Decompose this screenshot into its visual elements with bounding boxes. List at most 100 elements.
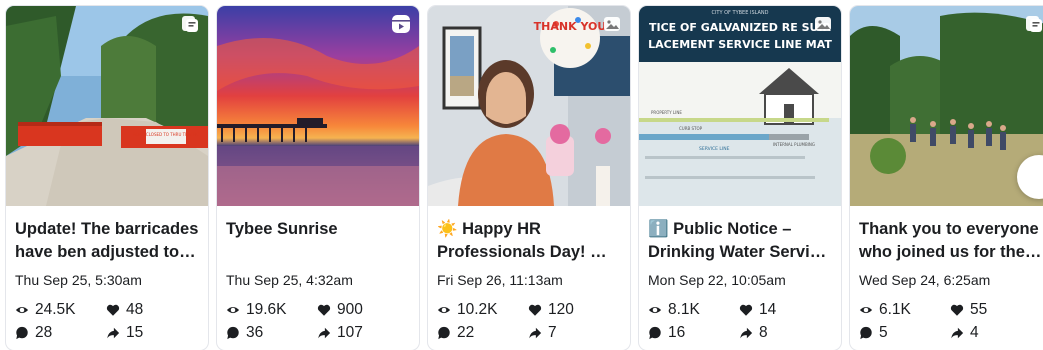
views-stat: 24.5K — [15, 301, 76, 319]
share-icon — [951, 327, 964, 339]
comments-stat: 36 — [226, 324, 263, 342]
views-stat: 19.6K — [226, 301, 287, 319]
views-count: 19.6K — [246, 301, 287, 318]
post-thumbnail[interactable]: THANK YOU — [428, 6, 630, 206]
post-card[interactable]: ROAD CLOSED TO THRU TRAFFIC Update! The … — [6, 6, 208, 350]
views-count: 24.5K — [35, 301, 76, 318]
shares-count: 8 — [759, 324, 768, 341]
likes-stat: 14 — [739, 301, 776, 319]
notice-service-line: SERVICE LINE — [699, 146, 730, 152]
sunrise-pier-photo — [217, 6, 419, 206]
post-date: Thu Sep 25, 5:30am — [15, 272, 142, 288]
views-count: 8.1K — [668, 301, 700, 318]
post-title: ☀️ Happy HR Professionals Day! … — [437, 220, 607, 261]
photo-icon — [604, 17, 620, 31]
views-stat: 10.2K — [437, 301, 498, 319]
views-stat: 8.1K — [648, 301, 700, 319]
barricade-photo: ROAD CLOSED TO THRU TRAFFIC — [6, 6, 208, 206]
comments-stat: 5 — [859, 324, 888, 342]
likes-count: 120 — [548, 301, 574, 318]
post-date: Wed Sep 24, 6:25am — [859, 272, 991, 288]
notice-city: CITY OF TYBEE ISLAND — [711, 10, 768, 16]
post-title: Update! The barricades have ben adjusted… — [15, 220, 199, 261]
shares-stat: 15 — [106, 324, 143, 342]
comment-icon — [860, 326, 872, 340]
balloon-text: THANK YOU — [534, 20, 607, 33]
post-card[interactable]: CITY OF TYBEE ISLAND TICE OF GALVANIZED … — [639, 6, 841, 350]
heart-icon — [739, 304, 753, 316]
eye-icon — [648, 306, 662, 314]
post-carousel: ROAD CLOSED TO THRU TRAFFIC Update! The … — [0, 0, 1043, 350]
likes-stat: 55 — [950, 301, 987, 319]
reel-icon — [392, 15, 410, 33]
notice-property-line: PROPERTY LINE — [651, 110, 682, 115]
post-thumbnail[interactable] — [217, 6, 419, 206]
community-event-photo — [850, 6, 1043, 206]
likes-count: 48 — [126, 301, 144, 318]
share-icon — [318, 327, 331, 339]
likes-stat: 120 — [528, 301, 574, 319]
post-date: Fri Sep 26, 11:13am — [437, 272, 563, 288]
shares-stat: 8 — [739, 324, 768, 342]
hr-day-photo: THANK YOU — [428, 6, 630, 206]
notice-curb-stop: CURB STOP — [679, 126, 703, 131]
post-date: Mon Sep 22, 10:05am — [648, 272, 786, 288]
post-card[interactable]: Thank you to everyone who joined us for … — [850, 6, 1043, 350]
shares-count: 15 — [126, 324, 144, 341]
shares-count: 7 — [548, 324, 557, 341]
comments-stat: 28 — [15, 324, 52, 342]
photo-icon — [815, 17, 831, 31]
likes-count: 55 — [970, 301, 988, 318]
eye-icon — [15, 306, 29, 314]
notice-internal-plumbing: INTERNAL PLUMBING — [773, 142, 815, 147]
likes-stat: 48 — [106, 301, 143, 319]
public-notice-graphic: CITY OF TYBEE ISLAND TICE OF GALVANIZED … — [639, 6, 841, 206]
photo-album-icon — [1026, 16, 1042, 32]
comments-count: 28 — [35, 324, 53, 341]
eye-icon — [226, 306, 240, 314]
heart-icon — [528, 304, 542, 316]
likes-stat: 900 — [317, 301, 363, 319]
comment-icon — [227, 326, 239, 340]
comment-icon — [649, 326, 661, 340]
heart-icon — [106, 304, 120, 316]
shares-count: 4 — [970, 324, 979, 341]
share-icon — [529, 327, 542, 339]
comments-count: 22 — [457, 324, 475, 341]
shares-stat: 107 — [317, 324, 363, 342]
heart-icon — [950, 304, 964, 316]
road-closed-sign-text: ROAD CLOSED TO THRU TRAFFIC — [133, 132, 199, 137]
comments-count: 16 — [668, 324, 686, 341]
heart-icon — [317, 304, 331, 316]
views-count: 6.1K — [879, 301, 911, 318]
likes-count: 900 — [337, 301, 363, 318]
comments-stat: 16 — [648, 324, 685, 342]
comments-count: 5 — [879, 324, 888, 341]
comment-icon — [438, 326, 450, 340]
views-stat: 6.1K — [859, 301, 911, 319]
notice-heading-2: LACEMENT SERVICE LINE MAT — [648, 38, 832, 51]
post-date: Thu Sep 25, 4:32am — [226, 272, 353, 288]
comment-icon — [16, 326, 28, 340]
comments-stat: 22 — [437, 324, 474, 342]
likes-count: 14 — [759, 301, 777, 318]
views-count: 10.2K — [457, 301, 498, 318]
post-thumbnail[interactable]: ROAD CLOSED TO THRU TRAFFIC — [6, 6, 208, 206]
shares-stat: 7 — [528, 324, 557, 342]
post-card[interactable]: THANK YOU ☀️ Happy HR Professionals Day!… — [428, 6, 630, 350]
post-title: Tybee Sunrise — [226, 220, 338, 238]
shares-count: 107 — [337, 324, 363, 341]
eye-icon — [859, 306, 873, 314]
post-title: Thank you to everyone who joined us for … — [859, 220, 1039, 261]
post-title: ℹ️ Public Notice – Drinking Water Servic… — [648, 220, 829, 261]
comments-count: 36 — [246, 324, 264, 341]
shares-stat: 4 — [950, 324, 979, 342]
post-thumbnail[interactable] — [850, 6, 1043, 206]
post-thumbnail[interactable]: CITY OF TYBEE ISLAND TICE OF GALVANIZED … — [639, 6, 841, 206]
eye-icon — [437, 306, 451, 314]
post-card[interactable]: Tybee Sunrise Thu Sep 25, 4:32am 19.6K 9… — [217, 6, 419, 350]
photo-album-icon — [182, 16, 198, 32]
notice-heading-1: TICE OF GALVANIZED RE SUIR — [649, 21, 832, 34]
share-icon — [740, 327, 753, 339]
share-icon — [107, 327, 120, 339]
